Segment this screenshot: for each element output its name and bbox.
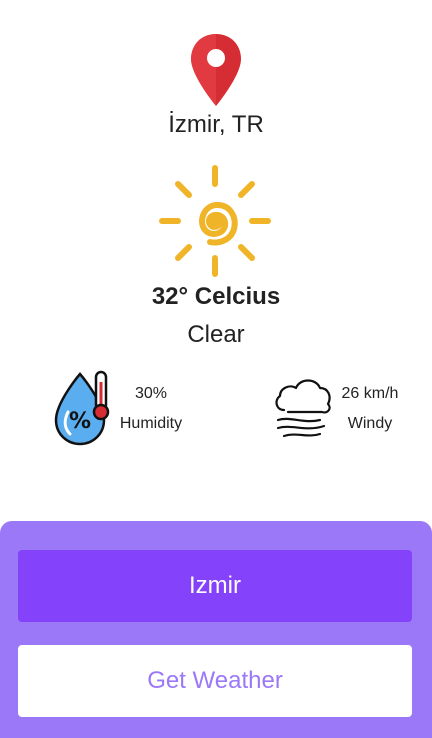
city-input[interactable]: [18, 550, 412, 622]
wind-value: 26 km/h: [341, 385, 399, 402]
city-name: İzmir, TR: [168, 111, 264, 138]
humidity-drop-icon: %: [52, 368, 112, 448]
wind-stat: 26 km/h Windy: [270, 368, 420, 448]
search-panel: Get Weather: [0, 521, 432, 738]
svg-text:%: %: [69, 409, 91, 434]
temperature: 32° Celcius: [151, 283, 281, 310]
humidity-stat: % 30% Humidity: [52, 368, 202, 448]
sun-icon: [156, 162, 274, 280]
get-weather-button[interactable]: Get Weather: [18, 645, 412, 717]
wind-label: Windy: [347, 415, 393, 432]
wind-cloud-icon: [270, 368, 334, 448]
humidity-label: Humidity: [119, 415, 183, 432]
weather-condition: Clear: [187, 321, 245, 348]
location-pin-icon: [189, 32, 243, 108]
weather-app: İzmir, TR 32° Celcius Clear % 30% Humidi…: [0, 0, 432, 738]
humidity-value: 30%: [134, 385, 168, 402]
